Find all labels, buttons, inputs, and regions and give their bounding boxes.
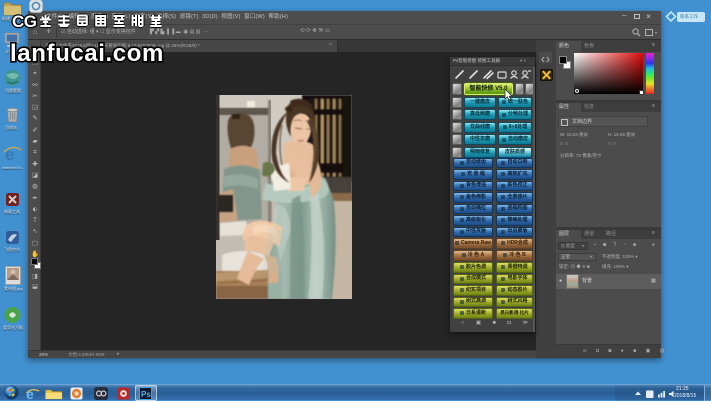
- svg-text:CG: CG: [12, 12, 37, 31]
- svg-text:e: e: [26, 387, 34, 400]
- svg-text:lanfucai.com: lanfucai.com: [10, 41, 164, 67]
- svg-text:Ps: Ps: [141, 390, 151, 399]
